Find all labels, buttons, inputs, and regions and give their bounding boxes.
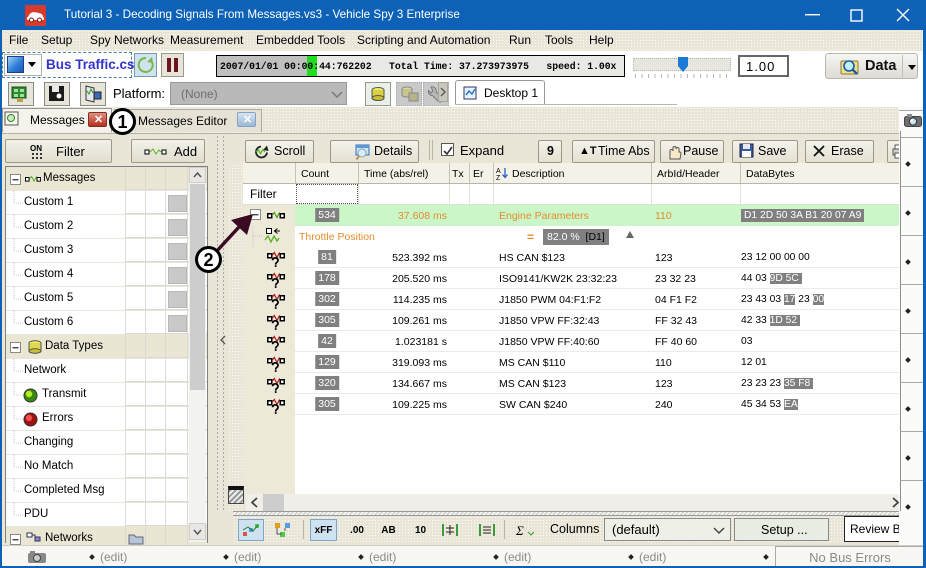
svg-text:Σ: Σ [515, 523, 524, 538]
svg-text:ON: ON [30, 144, 42, 153]
svg-text:Z: Z [496, 175, 501, 180]
svg-text:A: A [496, 168, 501, 175]
